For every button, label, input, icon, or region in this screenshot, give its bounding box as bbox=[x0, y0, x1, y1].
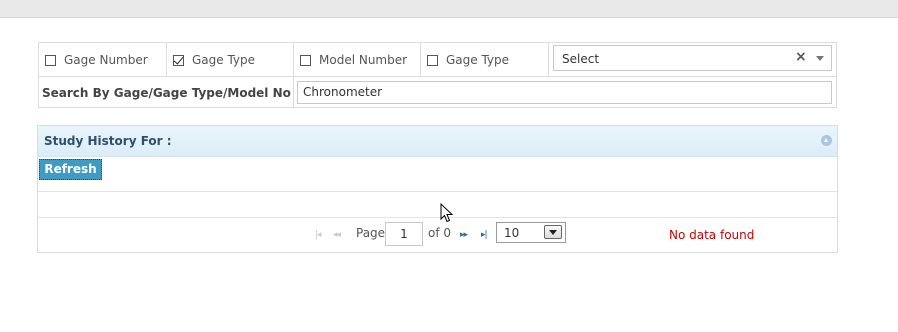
prev-page-icon[interactable]: ◂◂ bbox=[333, 230, 341, 240]
search-input[interactable]: Chronometer bbox=[297, 81, 832, 104]
page-label: Page bbox=[356, 226, 386, 240]
select-value: Select bbox=[562, 52, 600, 66]
search-label: Search By Gage/Gage Type/Model No bbox=[42, 86, 291, 100]
chevron-down-icon[interactable] bbox=[544, 225, 562, 239]
filter-option-gage-type[interactable]: Gage Type bbox=[167, 43, 294, 76]
collapse-up-icon[interactable] bbox=[821, 135, 832, 146]
gage-type-label: Gage Type bbox=[192, 53, 256, 67]
filter-option-model-number[interactable]: Model Number bbox=[294, 43, 421, 76]
next-page-icon[interactable]: ▸▸ bbox=[460, 230, 468, 240]
grid-header: Study History For : bbox=[38, 126, 837, 157]
last-page-icon[interactable]: ▸| bbox=[481, 230, 487, 240]
page-size-value: 10 bbox=[504, 226, 520, 240]
gage-type-2-checkbox[interactable] bbox=[427, 54, 438, 66]
divider bbox=[38, 191, 837, 192]
search-row: Search By Gage/Gage Type/Model No Chrono… bbox=[39, 77, 836, 107]
mouse-cursor-icon bbox=[440, 203, 454, 223]
page-number-input[interactable]: 1 bbox=[385, 222, 423, 246]
clear-icon[interactable]: × bbox=[795, 49, 807, 65]
page-count-label: of 0 bbox=[428, 226, 452, 240]
first-page-icon[interactable]: |◂ bbox=[315, 230, 321, 240]
page-size-select[interactable]: 10 bbox=[496, 222, 566, 243]
gage-number-label: Gage Number bbox=[64, 53, 148, 67]
model-number-label: Model Number bbox=[319, 53, 408, 67]
chevron-down-icon[interactable] bbox=[816, 56, 824, 61]
model-number-checkbox[interactable] bbox=[300, 54, 311, 66]
gage-type-checkbox[interactable] bbox=[173, 54, 184, 66]
gage-type-select[interactable]: Select × bbox=[553, 45, 832, 71]
gage-number-checkbox[interactable] bbox=[45, 54, 56, 66]
filter-option-gage-number[interactable]: Gage Number bbox=[39, 43, 167, 76]
gage-type-2-label: Gage Type bbox=[446, 53, 510, 67]
top-bar bbox=[0, 0, 898, 18]
study-history-grid: Study History For : Refresh |◂ ◂◂ Page 1… bbox=[37, 125, 838, 253]
grid-title: Study History For : bbox=[44, 134, 172, 148]
empty-message: No data found bbox=[669, 228, 755, 242]
pager: |◂ ◂◂ Page 1 of 0 ▸▸ ▸| 10 No data found bbox=[38, 218, 837, 252]
divider bbox=[293, 77, 294, 107]
refresh-button[interactable]: Refresh bbox=[39, 159, 102, 180]
search-filter-panel: Gage Number Gage Type Model Number Gage … bbox=[38, 42, 837, 108]
filter-options-row: Gage Number Gage Type Model Number Gage … bbox=[39, 43, 836, 77]
filter-option-gage-type-2[interactable]: Gage Type bbox=[421, 43, 549, 76]
